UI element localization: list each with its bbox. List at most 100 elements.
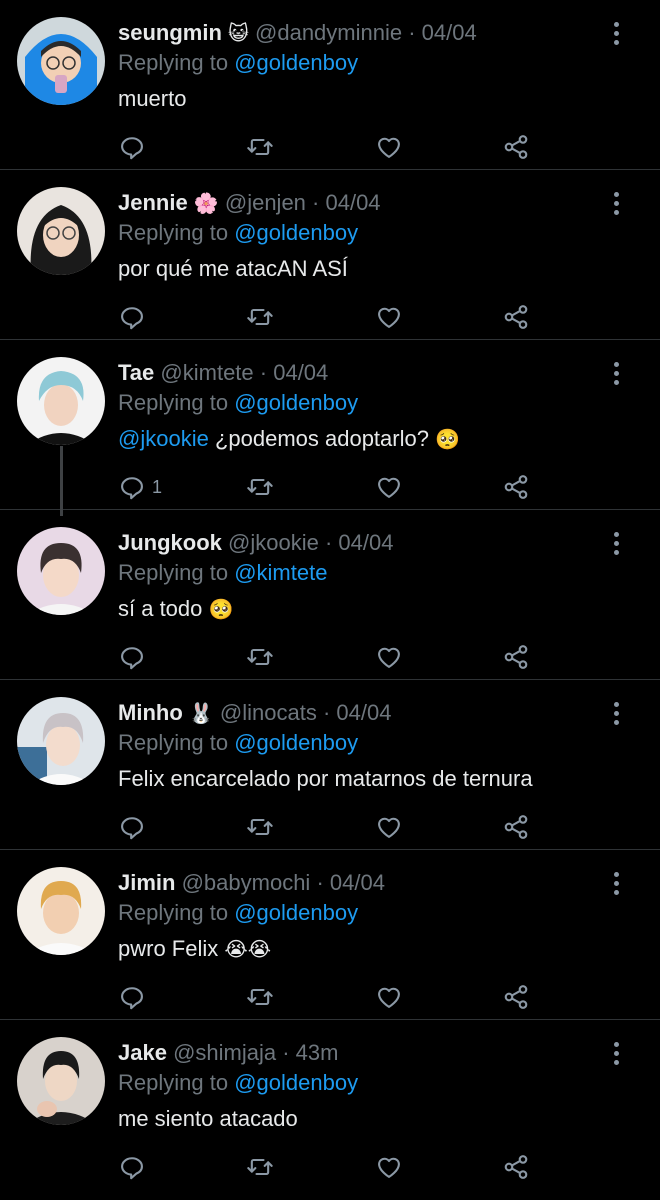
avatar[interactable] [17, 697, 105, 785]
timestamp[interactable]: · 04/04 [260, 360, 329, 385]
avatar[interactable] [17, 1037, 105, 1125]
like-button[interactable] [375, 1150, 403, 1184]
username-handle[interactable]: @shimjaja [173, 1040, 276, 1065]
share-button[interactable] [502, 470, 530, 504]
reply-button[interactable] [118, 810, 152, 844]
like-button[interactable] [375, 470, 403, 504]
more-options-icon[interactable] [614, 1042, 620, 1069]
retweet-button[interactable] [246, 640, 274, 674]
share-button[interactable] [502, 810, 530, 844]
like-button[interactable] [375, 980, 403, 1014]
timestamp[interactable]: · 04/04 [408, 20, 477, 45]
retweet-button[interactable] [246, 300, 274, 334]
tweet-text: muerto [118, 83, 600, 115]
avatar[interactable] [17, 357, 105, 445]
share-button[interactable] [502, 1150, 530, 1184]
timestamp[interactable]: · 04/04 [316, 870, 385, 895]
avatar[interactable] [17, 17, 105, 105]
tweet-text: @jkookie ¿podemos adoptarlo? 🥺 [118, 423, 600, 455]
more-options-icon[interactable] [614, 872, 620, 899]
tweet-content: Minho 🐰 @linocats · 04/04 Replying to @g… [118, 698, 600, 795]
tweet-actions [118, 300, 538, 334]
reply-button[interactable] [118, 1150, 152, 1184]
tweet[interactable]: Minho 🐰 @linocats · 04/04 Replying to @g… [0, 680, 660, 850]
like-button[interactable] [375, 300, 403, 334]
replying-to-label: Replying to [118, 730, 229, 755]
like-button[interactable] [375, 640, 403, 674]
replying-to-mention[interactable]: @goldenboy [234, 900, 358, 925]
tweet[interactable]: Jennie 🌸 @jenjen · 04/04 Replying to @go… [0, 170, 660, 340]
more-options-icon[interactable] [614, 22, 620, 49]
tweet[interactable]: seungmin 😺 @dandyminnie · 04/04 Replying… [0, 0, 660, 170]
retweet-button[interactable] [246, 1150, 274, 1184]
tweet-header: Jake @shimjaja · 43m [118, 1038, 600, 1068]
reply-button[interactable] [118, 980, 152, 1014]
replying-to-mention[interactable]: @goldenboy [234, 730, 358, 755]
more-options-icon[interactable] [614, 192, 620, 219]
avatar[interactable] [17, 187, 105, 275]
reply-button[interactable] [118, 130, 152, 164]
timestamp[interactable]: · 04/04 [323, 700, 392, 725]
retweet-button[interactable] [246, 470, 274, 504]
replying-to-mention[interactable]: @goldenboy [234, 50, 358, 75]
username-handle[interactable]: @babymochi [182, 870, 311, 895]
display-name[interactable]: Jake [118, 1040, 167, 1065]
more-options-icon[interactable] [614, 362, 620, 389]
display-name[interactable]: seungmin [118, 20, 222, 45]
share-button[interactable] [502, 130, 530, 164]
reply-button[interactable]: 1 [118, 470, 162, 504]
display-name[interactable]: Tae [118, 360, 154, 385]
tweet[interactable]: Jimin @babymochi · 04/04 Replying to @go… [0, 850, 660, 1020]
share-button[interactable] [502, 640, 530, 674]
replying-to-mention[interactable]: @goldenboy [234, 1070, 358, 1095]
share-icon [504, 475, 528, 499]
like-button[interactable] [375, 810, 403, 844]
username-handle[interactable]: @jenjen [225, 190, 306, 215]
tweet-header: Jimin @babymochi · 04/04 [118, 868, 600, 898]
tweet-header: Jungkook @jkookie · 04/04 [118, 528, 600, 558]
like-button[interactable] [375, 130, 403, 164]
retweet-button[interactable] [246, 810, 274, 844]
name-emoji: 🌸 [193, 191, 219, 215]
replying-to-mention[interactable]: @goldenboy [234, 390, 358, 415]
more-options-icon[interactable] [614, 532, 620, 559]
retweet-button[interactable] [246, 130, 274, 164]
display-name[interactable]: Jungkook [118, 530, 222, 555]
timestamp[interactable]: · 04/04 [325, 530, 394, 555]
display-name[interactable]: Jennie [118, 190, 188, 215]
replying-to: Replying to @goldenboy [118, 388, 600, 418]
tweet[interactable]: Jungkook @jkookie · 04/04 Replying to @k… [0, 510, 660, 680]
display-name[interactable]: Jimin [118, 870, 175, 895]
more-options-icon[interactable] [614, 702, 620, 729]
reply-button[interactable] [118, 640, 152, 674]
tweet[interactable]: Tae @kimtete · 04/04 Replying to @golden… [0, 340, 660, 516]
avatar[interactable] [17, 867, 105, 955]
username-handle[interactable]: @jkookie [228, 530, 319, 555]
tweet-content: Jake @shimjaja · 43m Replying to @golden… [118, 1038, 600, 1135]
timestamp[interactable]: · 04/04 [312, 190, 381, 215]
avatar-image [17, 867, 105, 955]
reply-icon [121, 137, 143, 160]
text-mention[interactable]: @jkookie [118, 426, 209, 451]
display-name[interactable]: Minho [118, 700, 183, 725]
replying-to: Replying to @goldenboy [118, 218, 600, 248]
avatar[interactable] [17, 527, 105, 615]
tweet[interactable]: Jake @shimjaja · 43m Replying to @golden… [0, 1020, 660, 1190]
timestamp[interactable]: · 43m [282, 1040, 338, 1065]
username-handle[interactable]: @dandyminnie [255, 20, 402, 45]
share-button[interactable] [502, 300, 530, 334]
reply-button[interactable] [118, 300, 152, 334]
username-handle[interactable]: @kimtete [160, 360, 253, 385]
share-button[interactable] [502, 980, 530, 1014]
replying-to-mention[interactable]: @goldenboy [234, 220, 358, 245]
replying-to-mention[interactable]: @kimtete [234, 560, 327, 585]
share-icon [504, 645, 528, 669]
text-emoji: 😭😭 [224, 937, 272, 961]
tweet-actions: 1 [118, 470, 538, 504]
replying-to: Replying to @goldenboy [118, 1068, 600, 1098]
retweet-button[interactable] [246, 980, 274, 1014]
tweet-text-body: muerto [118, 86, 187, 111]
tweet-content: Jennie 🌸 @jenjen · 04/04 Replying to @go… [118, 188, 600, 285]
username-handle[interactable]: @linocats [220, 700, 317, 725]
thread-connector [60, 446, 63, 516]
